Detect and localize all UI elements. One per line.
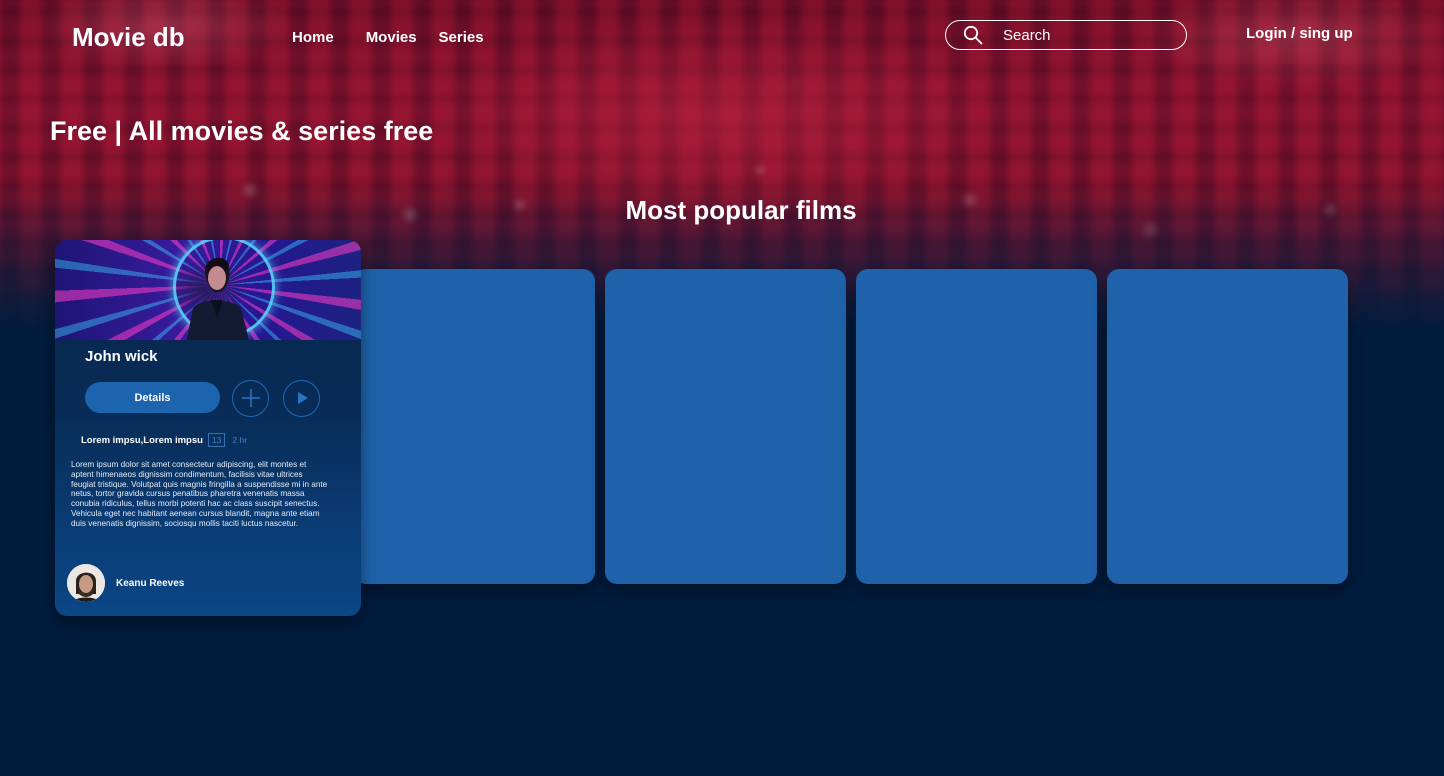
movie-meta: Lorem impsu,Lorem impsu 13 2 hr: [81, 433, 247, 447]
details-button[interactable]: Details: [85, 382, 220, 413]
actor-name[interactable]: Keanu Reeves: [116, 578, 184, 589]
main-nav: Home Movies Series: [292, 29, 516, 46]
play-button[interactable]: [283, 380, 320, 417]
add-to-list-button[interactable]: [232, 380, 269, 417]
section-title: Most popular films: [625, 195, 857, 225]
actor-portrait: [67, 564, 105, 602]
plus-icon: [241, 389, 260, 407]
search-input[interactable]: [1001, 25, 1175, 45]
age-rating-badge: 13: [207, 433, 226, 447]
nav-series[interactable]: Series: [439, 29, 484, 46]
actor-avatar[interactable]: [67, 564, 105, 602]
movie-card-placeholder[interactable]: [605, 269, 846, 584]
play-icon: [297, 392, 308, 404]
login-signup-link[interactable]: Login / sing up: [1246, 25, 1353, 42]
site-logo[interactable]: Movie db: [72, 22, 185, 53]
nav-movies[interactable]: Movies: [366, 29, 417, 46]
genre-text: Lorem impsu,Lorem impsu: [81, 434, 203, 446]
actor-figure-graphic: [186, 257, 249, 340]
movie-card-placeholder[interactable]: [856, 269, 1097, 584]
movie-title: John wick: [85, 348, 158, 365]
search-box[interactable]: [945, 20, 1187, 50]
movie-description: Lorem ipsum dolor sit amet consectetur a…: [71, 460, 328, 528]
movie-poster: [55, 240, 361, 340]
search-icon: [963, 25, 983, 45]
featured-movie-card[interactable]: John wick Details Lorem impsu,Lorem imps…: [55, 240, 361, 616]
hero-tagline: Free | All movies & series free: [50, 116, 434, 146]
duration-text: 2 hr: [232, 435, 248, 445]
movie-card-placeholder[interactable]: [1107, 269, 1348, 584]
movie-card-placeholder[interactable]: [354, 269, 595, 584]
nav-home[interactable]: Home: [292, 29, 334, 46]
